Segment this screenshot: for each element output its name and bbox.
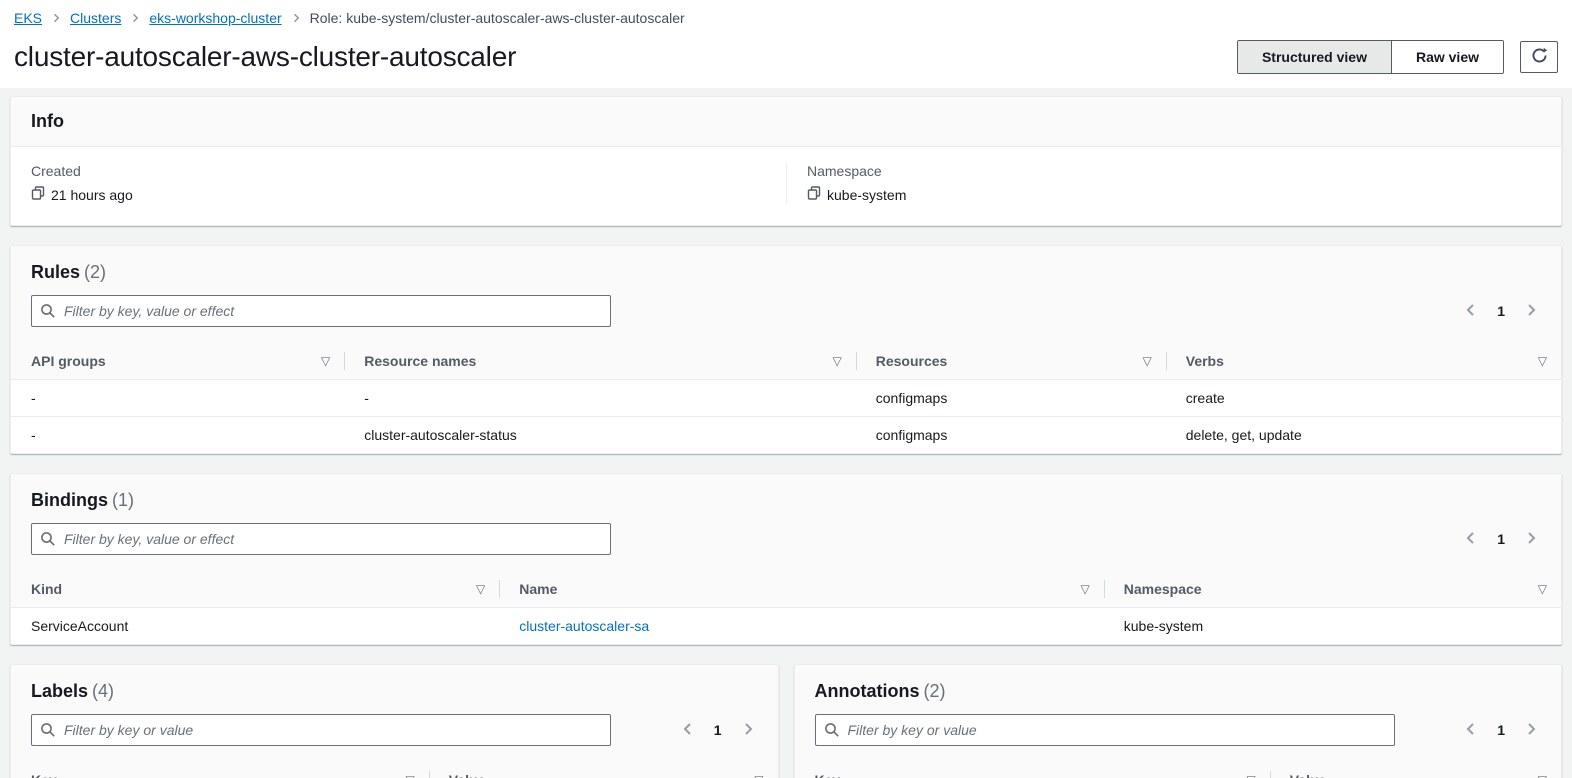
annotations-table: Key▽ Value▽ <box>795 762 1562 778</box>
page-number[interactable]: 1 <box>1497 531 1505 547</box>
search-icon <box>824 722 840 743</box>
previous-page-button[interactable] <box>1461 528 1481 551</box>
labels-pagination: 1 <box>678 719 758 742</box>
bindings-count: (1) <box>112 490 134 510</box>
column-filter-icon[interactable]: ▽ <box>754 774 763 778</box>
namespace-value: kube-system <box>827 187 906 203</box>
rules-pagination: 1 <box>1461 300 1541 323</box>
namespace-label: Namespace <box>807 163 1541 179</box>
rules-panel: Rules(2) 1 API <box>10 245 1562 454</box>
info-field-created: Created 21 hours ago <box>11 163 786 203</box>
breadcrumb-current: Role: kube-system/cluster-autoscaler-aws… <box>310 10 685 26</box>
service-account-link[interactable]: cluster-autoscaler-sa <box>519 618 649 634</box>
column-header-key: Key▽ <box>11 762 429 778</box>
refresh-button[interactable] <box>1520 41 1558 73</box>
refresh-icon <box>1531 47 1548 67</box>
bindings-panel-title: Bindings <box>31 490 108 510</box>
created-label: Created <box>31 163 766 179</box>
info-field-namespace: Namespace kube-system <box>786 163 1561 203</box>
column-header-resources: Resources▽ <box>856 343 1166 380</box>
table-row: - - configmaps create <box>11 380 1561 417</box>
column-filter-icon[interactable]: ▽ <box>321 355 330 367</box>
chevron-right-icon <box>740 721 756 740</box>
next-page-button[interactable] <box>1521 528 1541 551</box>
next-page-button[interactable] <box>1521 300 1541 323</box>
previous-page-button[interactable] <box>1461 719 1481 742</box>
annotations-pagination: 1 <box>1461 719 1541 742</box>
chevron-right-icon <box>1523 302 1539 321</box>
info-panel: Info Created 21 hours ago Namespace <box>10 96 1562 226</box>
breadcrumb-link-clusters[interactable]: Clusters <box>70 10 121 26</box>
bindings-panel: Bindings(1) 1 K <box>10 473 1562 645</box>
column-filter-icon[interactable]: ▽ <box>1081 583 1090 595</box>
search-icon <box>40 303 56 324</box>
breadcrumb: EKS Clusters eks-workshop-cluster Role: … <box>14 10 1558 26</box>
table-row: - cluster-autoscaler-status configmaps d… <box>11 417 1561 454</box>
chevron-left-icon <box>1463 721 1479 740</box>
chevron-right-icon <box>50 12 62 24</box>
table-row: ServiceAccount cluster-autoscaler-sa kub… <box>11 608 1561 645</box>
annotations-filter-input[interactable] <box>815 714 1395 746</box>
annotations-panel-title: Annotations <box>815 681 920 701</box>
previous-page-button[interactable] <box>1461 300 1481 323</box>
view-toggle: Structured view Raw view <box>1237 40 1504 74</box>
labels-panel: Labels(4) 1 <box>10 664 779 778</box>
bindings-pagination: 1 <box>1461 528 1541 551</box>
chevron-left-icon <box>1463 530 1479 549</box>
chevron-right-icon <box>129 12 141 24</box>
column-header-value: Value▽ <box>429 762 778 778</box>
column-header-key: Key▽ <box>795 762 1270 778</box>
column-header-api-groups: API groups▽ <box>11 343 344 380</box>
chevron-right-icon <box>1523 530 1539 549</box>
breadcrumb-link-eks[interactable]: EKS <box>14 10 42 26</box>
column-header-namespace: Namespace▽ <box>1104 571 1561 608</box>
created-value: 21 hours ago <box>51 187 133 203</box>
column-header-resource-names: Resource names▽ <box>344 343 856 380</box>
page-number[interactable]: 1 <box>1497 722 1505 738</box>
next-page-button[interactable] <box>1521 719 1541 742</box>
bindings-filter-input[interactable] <box>31 523 611 555</box>
rules-panel-title: Rules <box>31 262 80 282</box>
column-header-kind: Kind▽ <box>11 571 499 608</box>
column-filter-icon[interactable]: ▽ <box>1143 355 1152 367</box>
rules-filter-input[interactable] <box>31 295 611 327</box>
column-filter-icon[interactable]: ▽ <box>1246 774 1255 778</box>
chevron-left-icon <box>680 721 696 740</box>
next-page-button[interactable] <box>738 719 758 742</box>
column-filter-icon[interactable]: ▽ <box>1538 355 1547 367</box>
annotations-count: (2) <box>924 681 946 701</box>
labels-count: (4) <box>92 681 114 701</box>
page-number[interactable]: 1 <box>1497 303 1505 319</box>
page-header: EKS Clusters eks-workshop-cluster Role: … <box>0 0 1572 88</box>
bindings-table: Kind▽ Name▽ Namespace▽ ServiceAccount cl… <box>11 571 1561 644</box>
column-filter-icon[interactable]: ▽ <box>1538 583 1547 595</box>
previous-page-button[interactable] <box>678 719 698 742</box>
column-header-verbs: Verbs▽ <box>1166 343 1561 380</box>
column-filter-icon[interactable]: ▽ <box>1538 774 1547 778</box>
search-icon <box>40 722 56 743</box>
column-header-value: Value▽ <box>1270 762 1561 778</box>
column-header-name: Name▽ <box>499 571 1104 608</box>
raw-view-button[interactable]: Raw view <box>1391 41 1503 73</box>
rules-count: (2) <box>84 262 106 282</box>
chevron-left-icon <box>1463 302 1479 321</box>
page-title: cluster-autoscaler-aws-cluster-autoscale… <box>14 41 516 73</box>
rules-table: API groups▽ Resource names▽ Resources▽ V… <box>11 343 1561 453</box>
chevron-right-icon <box>1523 721 1539 740</box>
page-number[interactable]: 1 <box>714 722 722 738</box>
column-filter-icon[interactable]: ▽ <box>476 583 485 595</box>
structured-view-button[interactable]: Structured view <box>1238 41 1391 73</box>
labels-panel-title: Labels <box>31 681 88 701</box>
copy-icon[interactable] <box>31 186 45 203</box>
chevron-right-icon <box>290 12 302 24</box>
breadcrumb-link-cluster-name[interactable]: eks-workshop-cluster <box>149 10 281 26</box>
column-filter-icon[interactable]: ▽ <box>406 774 415 778</box>
copy-icon[interactable] <box>807 186 821 203</box>
info-panel-title: Info <box>31 111 64 131</box>
labels-table: Key▽ Value▽ <box>11 762 778 778</box>
search-icon <box>40 531 56 552</box>
column-filter-icon[interactable]: ▽ <box>833 355 842 367</box>
labels-filter-input[interactable] <box>31 714 611 746</box>
annotations-panel: Annotations(2) 1 <box>794 664 1563 778</box>
